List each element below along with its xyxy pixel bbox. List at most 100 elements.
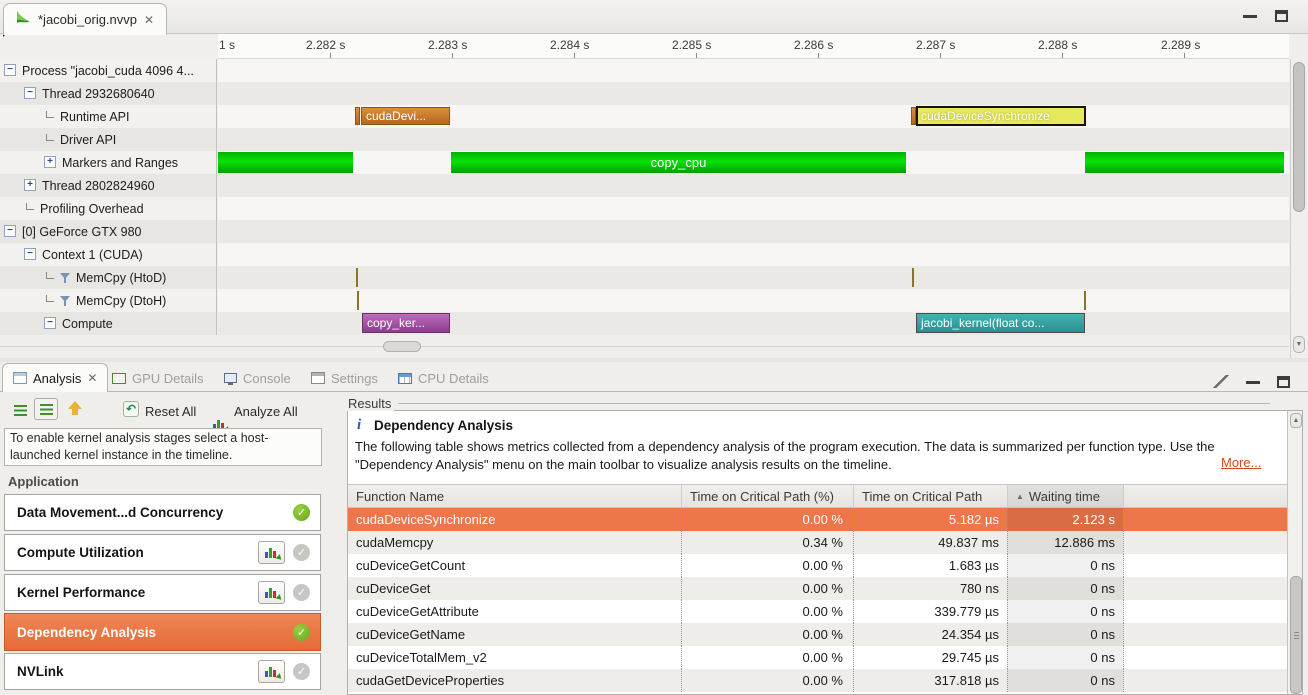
minimize-icon[interactable] xyxy=(1246,381,1260,384)
runtime-api-bar[interactable] xyxy=(355,107,360,125)
tree-row-runtime-api[interactable]: Runtime API xyxy=(0,105,217,128)
timeline-vertical-scrollbar[interactable]: ▼ xyxy=(1290,59,1307,358)
column-header-critical-path[interactable]: Time on Critical Path xyxy=(853,485,1007,507)
memcpy-dtoh-bar[interactable] xyxy=(1084,291,1086,310)
settings-tab-icon xyxy=(311,372,325,384)
compute-kernel-bar[interactable]: copy_ker... xyxy=(362,313,450,333)
analysis-tab-icon xyxy=(13,372,27,384)
tree-row-markers[interactable]: Markers and Ranges xyxy=(0,151,217,174)
marker-range-bar[interactable] xyxy=(218,152,353,173)
memcpy-htod-bar[interactable] xyxy=(356,268,358,287)
analysis-card-kernel-performance[interactable]: Kernel Performance ✓ xyxy=(4,574,321,611)
table-header-row: Function Name Time on Critical Path (%) … xyxy=(348,484,1287,508)
column-header-critical-path-pct[interactable]: Time on Critical Path (%) xyxy=(681,485,853,507)
tab-gpu-details[interactable]: GPU Details xyxy=(112,366,204,390)
tab-analysis[interactable]: Analysis ✕ xyxy=(2,363,108,392)
tab-settings[interactable]: Settings xyxy=(311,366,378,390)
check-icon: ✓ xyxy=(293,624,310,641)
document-tab[interactable]: *jacobi_orig.nvvp ✕ xyxy=(3,3,167,35)
application-section-label: Application xyxy=(8,474,79,489)
check-icon: ✓ xyxy=(293,584,310,601)
analysis-card-data-movement[interactable]: Data Movement...d Concurrency ✓ xyxy=(4,494,321,531)
tree-collapse-icon[interactable] xyxy=(4,225,16,237)
tree-corner-icon xyxy=(46,134,54,141)
column-header-function-name[interactable]: Function Name xyxy=(348,485,681,507)
minimize-icon[interactable] xyxy=(1243,15,1257,18)
ruler-label: 2.288 s xyxy=(1038,38,1077,52)
scrollbar-thumb[interactable] xyxy=(1290,576,1302,694)
marker-range-bar[interactable]: copy_cpu xyxy=(451,152,906,173)
analyze-all-button[interactable]: Analyze All xyxy=(234,404,298,419)
timeline-horizontal-scrollbar[interactable] xyxy=(0,346,1289,347)
compute-kernel-bar[interactable]: jacobi_kernel(float co... xyxy=(916,313,1085,333)
tree-collapse-icon[interactable] xyxy=(24,87,36,99)
table-row[interactable]: cuDeviceGet0.00 %780 ns0 ns xyxy=(348,577,1287,600)
tree-collapse-icon[interactable] xyxy=(4,64,16,76)
tab-label: CPU Details xyxy=(418,371,489,386)
tree-row-memcpy-dtoh[interactable]: MemCpy (DtoH) xyxy=(0,289,217,312)
reset-all-icon[interactable]: ↶ xyxy=(123,401,139,417)
chart-button[interactable] xyxy=(258,660,285,683)
ruler-label: 2.282 s xyxy=(306,38,345,52)
selected-api-bar[interactable]: cudaDeviceSynchronize xyxy=(916,106,1086,126)
view-menu-icon[interactable] xyxy=(1213,375,1229,388)
detail-view-button[interactable] xyxy=(34,398,58,420)
tree-row-thread1[interactable]: Thread 2932680640 xyxy=(0,82,217,105)
tree-corner-icon xyxy=(46,272,54,279)
more-link[interactable]: More... xyxy=(1221,455,1261,470)
maximize-icon[interactable] xyxy=(1275,10,1288,22)
tree-row-profiling-overhead[interactable]: Profiling Overhead xyxy=(0,197,217,220)
column-header-empty[interactable] xyxy=(1123,485,1287,507)
timeline-lane-process xyxy=(218,59,1289,82)
table-row[interactable]: cuDeviceGetAttribute0.00 %339.779 µs0 ns xyxy=(348,600,1287,623)
memcpy-dtoh-bar[interactable] xyxy=(357,291,359,310)
table-row[interactable]: cudaGetDeviceProperties0.00 %317.818 µs0… xyxy=(348,669,1287,692)
summary-view-button[interactable] xyxy=(8,399,32,421)
tree-row-compute[interactable]: Compute xyxy=(0,312,217,335)
scrollbar-thumb[interactable] xyxy=(383,341,421,352)
tree-expand-icon[interactable] xyxy=(44,156,56,168)
table-row[interactable]: cudaDeviceSynchronize0.00 %5.182 µs2.123… xyxy=(348,508,1287,531)
analysis-card-compute-utilization[interactable]: Compute Utilization ✓ xyxy=(4,534,321,571)
chart-icon xyxy=(264,546,279,559)
analysis-card-nvlink[interactable]: NVLink ✓ xyxy=(4,653,321,690)
chart-button[interactable] xyxy=(258,541,285,564)
tree-row-driver-api[interactable]: Driver API xyxy=(0,128,217,151)
table-row[interactable]: cudaMemcpy0.34 %49.837 ms12.886 ms xyxy=(348,531,1287,554)
memcpy-htod-bar[interactable] xyxy=(912,268,914,287)
scrollbar-up-arrow[interactable]: ▲ xyxy=(1290,413,1302,428)
document-tab-title: *jacobi_orig.nvvp xyxy=(38,12,137,27)
tree-row-memcpy-htod[interactable]: MemCpy (HtoD) xyxy=(0,266,217,289)
tree-collapse-icon[interactable] xyxy=(24,248,36,260)
column-header-waiting-time[interactable]: ▲Waiting time xyxy=(1007,485,1123,507)
chart-icon xyxy=(264,665,279,678)
chart-button[interactable] xyxy=(258,581,285,604)
scrollbar-down-arrow[interactable]: ▼ xyxy=(1293,336,1305,353)
list-view-icon xyxy=(40,404,53,415)
results-panel: i Dependency Analysis The following tabl… xyxy=(347,410,1303,695)
table-row[interactable]: cuDeviceGetCount0.00 %1.683 µs0 ns xyxy=(348,554,1287,577)
runtime-api-bar[interactable]: cudaDevi... xyxy=(361,107,450,125)
tree-expand-icon[interactable] xyxy=(24,179,36,191)
tree-collapse-icon[interactable] xyxy=(44,317,56,329)
ruler-label: 2.287 s xyxy=(916,38,955,52)
reset-all-button[interactable]: Reset All xyxy=(145,404,196,419)
analysis-card-dependency-analysis[interactable]: Dependency Analysis ✓ xyxy=(4,613,321,651)
table-row[interactable]: cuDeviceTotalMem_v20.00 %29.745 µs0 ns xyxy=(348,646,1287,669)
marker-range-bar[interactable] xyxy=(1085,152,1284,173)
up-arrow-button[interactable] xyxy=(68,401,82,416)
tab-console[interactable]: Console xyxy=(224,366,291,390)
tree-row-thread2[interactable]: Thread 2802824960 xyxy=(0,174,217,197)
ruler-gap xyxy=(0,34,218,59)
tree-row-process[interactable]: Process "jacobi_cuda 4096 4... xyxy=(0,59,217,82)
scrollbar-thumb[interactable] xyxy=(1293,62,1305,212)
results-vertical-scrollbar[interactable]: ▲ xyxy=(1287,411,1303,695)
tab-cpu-details[interactable]: CPU Details xyxy=(398,366,489,390)
tree-row-context[interactable]: Context 1 (CUDA) xyxy=(0,243,217,266)
tab-close-icon[interactable]: ✕ xyxy=(144,13,154,27)
table-row[interactable]: cuDeviceGetName0.00 %24.354 µs0 ns xyxy=(348,623,1287,646)
timeline-lane-driver-api xyxy=(218,128,1289,151)
tree-row-gpu[interactable]: [0] GeForce GTX 980 xyxy=(0,220,217,243)
tab-close-icon[interactable]: ✕ xyxy=(87,371,97,385)
maximize-icon[interactable] xyxy=(1277,376,1290,388)
